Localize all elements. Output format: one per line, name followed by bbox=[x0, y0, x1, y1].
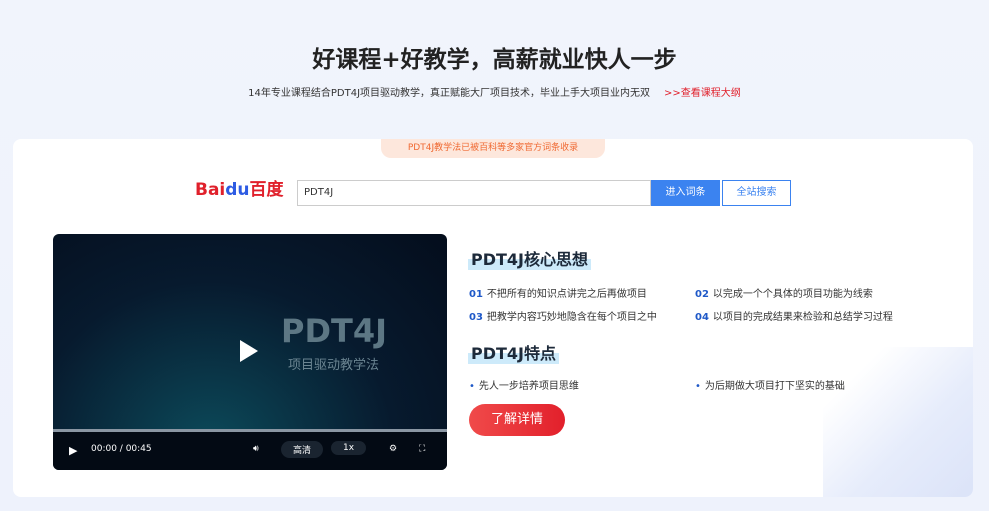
fullscreen-icon[interactable]: ⛶ bbox=[419, 444, 425, 454]
search-input[interactable]: PDT4J bbox=[297, 180, 651, 206]
core-item: 03 把教学内容巧妙地隐含在每个项目之中 bbox=[469, 312, 657, 323]
time-display: 00:00 / 00:45 bbox=[91, 444, 152, 454]
core-item: 02 以完成一个个具体的项目功能为线索 bbox=[695, 289, 873, 300]
video-player[interactable]: PDT4J 项目驱动教学法 ▶ 00:00 / 00:45 🔊︎ 高清 1x ⚙… bbox=[53, 234, 447, 470]
subtitle: 14年专业课程结合PDT4J项目驱动教学，真正赋能大厂项目技术，毕业上手大项目业… bbox=[0, 84, 989, 99]
enter-entry-button[interactable]: 进入词条 bbox=[651, 180, 720, 206]
video-subtitle: 项目驱动教学法 bbox=[288, 358, 380, 373]
video-controls: ▶ 00:00 / 00:45 🔊︎ 高清 1x ⚙ ⛶ bbox=[53, 432, 447, 470]
subtitle-text: 14年专业课程结合PDT4J项目驱动教学，真正赋能大厂项目技术，毕业上手大项目业… bbox=[248, 88, 651, 99]
learn-more-button[interactable]: 了解详情 bbox=[469, 404, 565, 436]
badge: PDT4J教学法已被百科等多家官方词条收录 bbox=[381, 139, 605, 158]
volume-icon[interactable]: 🔊︎ bbox=[253, 444, 259, 454]
site-search-button[interactable]: 全站搜索 bbox=[722, 180, 791, 206]
play-icon[interactable] bbox=[240, 340, 258, 362]
quality-button[interactable]: 高清 bbox=[281, 441, 324, 458]
settings-gear-icon[interactable]: ⚙ bbox=[389, 444, 397, 454]
outline-link[interactable]: >>查看课程大纲 bbox=[664, 88, 741, 99]
feature-item: • 为后期做大项目打下坚实的基础 bbox=[695, 381, 845, 392]
speed-button[interactable]: 1x bbox=[331, 441, 367, 455]
play-button-icon[interactable]: ▶ bbox=[69, 444, 77, 457]
core-item: 01 不把所有的知识点讲完之后再做项目 bbox=[469, 289, 647, 300]
feature-item: • 先人一步培养项目思维 bbox=[469, 381, 579, 392]
core-heading: PDT4J核心思想 bbox=[468, 246, 592, 270]
features-heading: PDT4J特点 bbox=[468, 340, 560, 364]
content-card: PDT4J教学法已被百科等多家官方词条收录 Baidu百度 PDT4J 进入词条… bbox=[13, 139, 973, 497]
decoration bbox=[823, 347, 973, 497]
video-title: PDT4J bbox=[281, 312, 388, 350]
core-item: 04 以项目的完成结果来检验和总结学习过程 bbox=[695, 312, 893, 323]
baidu-logo: Baidu百度 bbox=[195, 180, 284, 200]
page-title: 好课程+好教学，高薪就业快人一步 bbox=[312, 47, 677, 73]
